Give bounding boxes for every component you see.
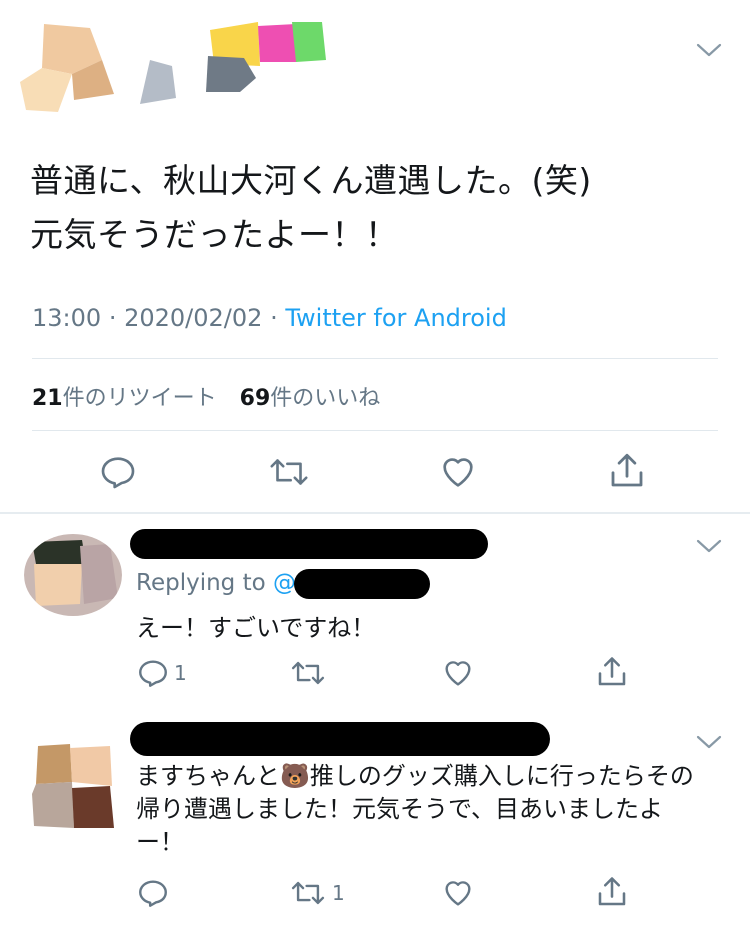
heart-icon [445, 661, 471, 686]
more-chevron-icon[interactable] [696, 734, 722, 750]
like-button[interactable] [438, 452, 478, 492]
share-icon [611, 453, 643, 487]
like-button[interactable] [441, 876, 479, 910]
divider [32, 358, 718, 359]
separator: · [108, 304, 117, 332]
engagement-stats: 21件のリツイート 69件のいいね [32, 380, 380, 412]
share-icon [598, 657, 626, 686]
reply-text-line-1: ますちゃんと🐻推しのグッズ購入しに行ったらその [136, 760, 726, 793]
replying-to-label: Replying to [136, 570, 273, 596]
reply-text-line-2: 帰り遭遇しました！元気そうで、目あいましたよ [136, 795, 664, 823]
more-chevron-icon[interactable] [696, 42, 722, 58]
share-icon [598, 877, 626, 906]
avatar[interactable] [18, 20, 118, 112]
reply-icon [139, 880, 167, 907]
bear-emoji-icon: 🐻 [280, 762, 310, 790]
share-button[interactable] [606, 450, 648, 492]
divider [32, 430, 718, 431]
retweet-count: 1 [332, 881, 345, 905]
retweet-button[interactable] [288, 656, 332, 690]
tweet-text-line-2: 元気そうだったよー！！ [30, 215, 399, 254]
like-button[interactable] [441, 656, 479, 690]
display-name-image [204, 20, 328, 94]
tweet-date: 2020/02/02 [124, 304, 263, 332]
tweet-source-link[interactable]: Twitter for Android [285, 304, 506, 332]
reply-icon [101, 457, 135, 489]
reply-count: 1 [174, 661, 187, 685]
avatar[interactable] [24, 534, 122, 616]
redacted-mention [294, 569, 430, 599]
reply-icon [139, 660, 167, 687]
redacted-username [130, 529, 488, 559]
heart-icon [445, 881, 471, 906]
retweet-icon [291, 661, 325, 685]
like-label: 件のいいね [270, 386, 381, 411]
reply-button[interactable]: 1 [136, 656, 187, 690]
tweet-meta: 13:00 · 2020/02/02 · Twitter for Android [32, 304, 507, 332]
like-count: 69 [239, 386, 271, 411]
share-button[interactable] [594, 874, 630, 910]
tweet-text-line-1: 普通に、秋山大河くん遭遇した。(笑) [30, 161, 592, 200]
replying-to: Replying to @ [136, 570, 296, 596]
retweet-button[interactable]: 1 [288, 876, 345, 910]
retweet-stat[interactable]: 21件のリツイート [32, 386, 224, 411]
retweet-count: 21 [32, 386, 63, 411]
tweet-text: 普通に、秋山大河くん遭遇した。(笑) 元気そうだったよー！！ [30, 154, 592, 262]
retweet-label: 件のリツイート [62, 386, 217, 411]
avatar[interactable] [30, 742, 116, 830]
reply-text: えー！すごいですね！ [136, 614, 376, 642]
retweet-icon [270, 459, 308, 485]
separator: · [270, 304, 278, 332]
tweet-time: 13:00 [32, 304, 102, 332]
heart-icon [443, 458, 473, 487]
reply-text-segment: ますちゃんと [136, 762, 280, 790]
retweet-button[interactable] [266, 452, 312, 492]
retweet-icon [291, 881, 325, 905]
reply-text-segment: 推しのグッズ購入しに行ったらその [309, 762, 694, 790]
replying-to-at[interactable]: @ [273, 570, 296, 596]
reply-text: ますちゃんと🐻推しのグッズ購入しに行ったらその 帰り遭遇しました！元気そうで、目… [136, 760, 726, 859]
reply-button[interactable] [136, 876, 174, 910]
divider [0, 512, 750, 514]
more-chevron-icon[interactable] [696, 538, 722, 554]
reply-button[interactable] [98, 452, 138, 492]
like-stat[interactable]: 69件のいいね [240, 386, 381, 411]
share-button[interactable] [594, 654, 630, 690]
redacted-username [130, 722, 550, 756]
avatar-fragment [136, 58, 180, 106]
reply-text-line-3: ー！ [136, 828, 184, 856]
